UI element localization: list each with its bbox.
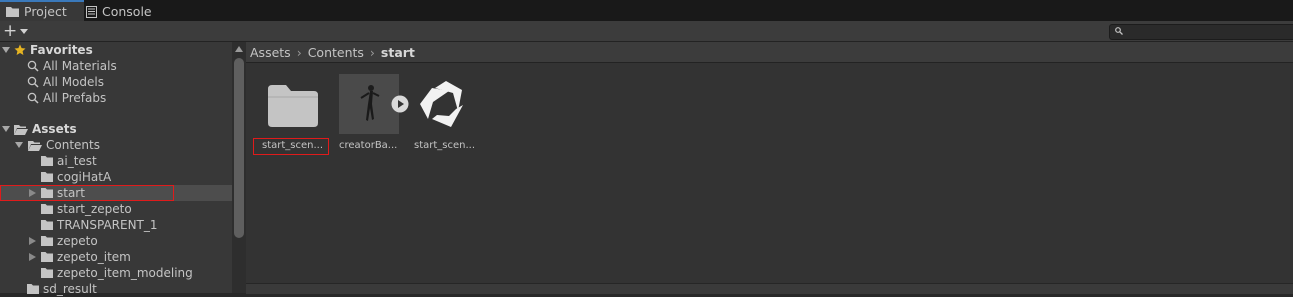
create-button[interactable]: + [3, 21, 31, 41]
bottom-status-bar [246, 283, 1293, 294]
folder-icon [41, 172, 53, 182]
folder-label: sd_result [43, 282, 97, 296]
breadcrumb-item[interactable]: Contents [308, 45, 364, 60]
tree-item-folder[interactable]: start_zepeto [0, 201, 232, 217]
search-input[interactable] [1109, 24, 1293, 40]
asset-label: creatorBa... [339, 140, 398, 151]
chevron-down-icon [20, 28, 29, 34]
folder-label: zepeto [57, 234, 98, 248]
collapsed-arrow-icon[interactable] [29, 253, 36, 261]
folder-label: cogiHatA [57, 170, 112, 184]
tree-item-folder[interactable]: TRANSPARENT_1 [0, 217, 232, 233]
folder-icon [41, 236, 53, 246]
search-icon [27, 60, 39, 72]
favorites-item-label: All Materials [43, 59, 117, 73]
tree-item-folder[interactable]: ai_test [0, 153, 232, 169]
search-icon [27, 92, 39, 104]
folder-icon [41, 204, 53, 214]
folder-icon [6, 7, 19, 17]
expanded-arrow-icon [2, 47, 10, 53]
chevron-right-icon: › [369, 44, 375, 60]
scroll-up-arrow-icon[interactable] [235, 46, 243, 52]
tree-scrollbar[interactable] [232, 42, 246, 293]
breadcrumb: Assets › Contents › start [246, 42, 1293, 63]
favorites-item-label: All Models [43, 75, 104, 89]
folder-label: TRANSPARENT_1 [57, 218, 158, 232]
plus-icon: + [3, 20, 18, 41]
contents-label: Contents [46, 138, 100, 152]
expanded-arrow-icon [2, 126, 10, 132]
favorites-item-prefabs[interactable]: All Prefabs [0, 90, 232, 106]
favorites-item-label: All Prefabs [43, 91, 107, 105]
folder-label: zepeto_item_modeling [57, 266, 193, 280]
tree-item-folder[interactable]: cogiHatA [0, 169, 232, 185]
tab-bar: Project Console [0, 0, 1293, 22]
breadcrumb-current[interactable]: start [381, 45, 415, 60]
tree-item-folder[interactable]: zepeto_item_modeling [0, 265, 232, 281]
asset-label: start_scen... [262, 140, 324, 151]
assets-label: Assets [32, 122, 77, 136]
tree-item-assets[interactable]: Assets [0, 121, 232, 137]
tab-console-label: Console [102, 4, 152, 19]
tab-console[interactable]: Console [80, 2, 160, 21]
breadcrumb-item[interactable]: Assets [250, 45, 291, 60]
folder-icon [41, 220, 53, 230]
folder-icon [41, 252, 53, 262]
tree-item-favorites[interactable]: Favorites [0, 42, 232, 58]
project-tree: Favorites All Materials All Models All P… [0, 42, 232, 296]
play-icon[interactable] [391, 95, 409, 113]
search-icon [1115, 27, 1123, 35]
tree-item-folder[interactable]: zepeto [0, 233, 232, 249]
tab-project-label: Project [24, 4, 67, 19]
star-icon [14, 44, 26, 55]
open-folder-icon [28, 140, 42, 151]
folder-icon [41, 268, 53, 278]
folder-icon [268, 85, 318, 127]
character-model-icon [360, 85, 380, 121]
tree-item-folder[interactable]: zepeto_item [0, 249, 232, 265]
project-toolbar: + [0, 21, 1293, 42]
tree-item-folder[interactable]: sd_result [0, 281, 232, 297]
folder-label: start_zepeto [57, 202, 132, 216]
tree-item-contents[interactable]: Contents [0, 137, 232, 153]
highlight-box [0, 185, 174, 201]
favorites-item-models[interactable]: All Models [0, 74, 232, 90]
expanded-arrow-icon [15, 142, 23, 148]
folder-label: ai_test [57, 154, 97, 168]
unity-scene-icon [420, 81, 463, 127]
asset-label: start_scen... [414, 140, 476, 151]
folder-label: zepeto_item [57, 250, 131, 264]
favorites-label: Favorites [30, 43, 93, 57]
folder-icon [41, 156, 53, 166]
search-icon [27, 76, 39, 88]
tab-project[interactable]: Project [0, 0, 84, 21]
collapsed-arrow-icon[interactable] [29, 237, 36, 245]
chevron-right-icon: › [296, 44, 302, 60]
favorites-item-materials[interactable]: All Materials [0, 58, 232, 74]
model-preview [339, 74, 399, 134]
scrollbar-thumb[interactable] [234, 58, 244, 238]
console-icon [86, 5, 97, 18]
open-folder-icon [14, 124, 28, 135]
